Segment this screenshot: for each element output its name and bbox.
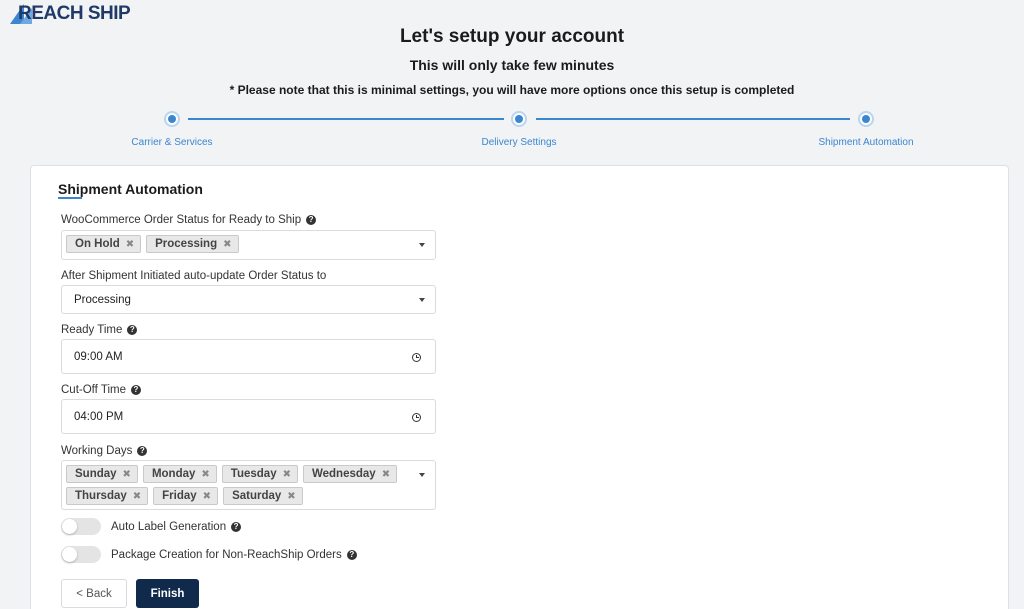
setup-stepper: Carrier & Services Delivery Settings Shi…	[0, 109, 1024, 153]
cutoff-time-value: 04:00 PM	[74, 410, 124, 423]
step-label-automation[interactable]: Shipment Automation	[818, 137, 913, 148]
ready-time-value: 09:00 AM	[74, 350, 123, 363]
day-tag-saturday: Saturday ✖	[223, 487, 303, 505]
close-icon[interactable]: ✖	[382, 469, 390, 480]
chevron-down-icon[interactable]	[419, 473, 425, 477]
cutoff-time-label: Cut-Off Time ?	[61, 384, 141, 396]
day-tag-thursday: Thursday ✖	[66, 487, 149, 505]
ready-status-multiselect[interactable]: On Hold ✖ Processing ✖	[61, 230, 436, 260]
close-icon[interactable]: ✖	[126, 239, 134, 250]
auto-label-row: Auto Label Generation ?	[61, 518, 242, 535]
page-subtitle: This will only take few minutes	[409, 57, 615, 73]
setup-note: * Please note that this is minimal setti…	[229, 83, 795, 97]
brand-name: REACH SHIP	[18, 3, 131, 24]
clock-icon[interactable]	[412, 352, 421, 362]
after-initiated-label: After Shipment Initiated auto-update Ord…	[61, 270, 327, 282]
toggle-knob	[62, 519, 77, 534]
settings-card: Shipment Automation WooCommerce Order St…	[30, 165, 1009, 609]
page-header: Let's setup your account This will only …	[0, 26, 1024, 97]
day-tag-friday: Friday ✖	[153, 487, 219, 505]
step-connector	[536, 118, 850, 120]
ready-status-label: WooCommerce Order Status for Ready to Sh…	[61, 214, 317, 226]
step-label-carrier[interactable]: Carrier & Services	[131, 137, 212, 148]
help-icon[interactable]: ?	[137, 446, 148, 456]
help-icon[interactable]: ?	[130, 385, 141, 395]
brand-logo[interactable]: REACH SHIP	[10, 2, 131, 26]
help-icon[interactable]: ?	[306, 215, 317, 225]
day-tag-monday: Monday ✖	[142, 465, 217, 483]
chevron-down-icon[interactable]	[419, 243, 425, 247]
close-icon[interactable]: ✖	[203, 491, 211, 502]
clock-icon[interactable]	[412, 412, 421, 422]
package-creation-row: Package Creation for Non-ReachShip Order…	[61, 546, 357, 563]
close-icon[interactable]: ✖	[123, 469, 131, 480]
close-icon[interactable]: ✖	[283, 469, 291, 480]
after-initiated-value: Processing	[74, 293, 131, 306]
section-title: Shipment Automation	[58, 181, 203, 197]
finish-button[interactable]: Finish	[136, 579, 199, 608]
back-button[interactable]: < Back	[61, 579, 127, 608]
working-days-multiselect[interactable]: Sunday ✖ Monday ✖ Tuesday ✖ Wednesday ✖ Thur…	[61, 460, 436, 510]
page-title: Let's setup your account	[399, 26, 625, 47]
close-icon[interactable]: ✖	[287, 491, 295, 502]
chevron-down-icon[interactable]	[419, 297, 425, 302]
help-icon[interactable]: ?	[231, 521, 242, 532]
package-creation-toggle[interactable]	[61, 546, 101, 563]
after-initiated-select[interactable]: Processing	[61, 285, 436, 314]
step-dot-carrier[interactable]	[164, 111, 180, 127]
close-icon[interactable]: ✖	[223, 239, 231, 250]
step-connector	[188, 118, 504, 120]
step-label-delivery[interactable]: Delivery Settings	[481, 137, 556, 148]
help-icon[interactable]: ?	[127, 325, 138, 335]
auto-label-label: Auto Label Generation	[111, 520, 227, 533]
section-underline	[58, 197, 82, 199]
cutoff-time-input[interactable]: 04:00 PM	[61, 399, 436, 434]
package-creation-label: Package Creation for Non-ReachShip Order…	[111, 548, 342, 561]
day-tag-tuesday: Tuesday ✖	[221, 465, 298, 483]
working-days-label: Working Days ?	[61, 445, 148, 457]
ready-time-input[interactable]: 09:00 AM	[61, 339, 436, 374]
day-tag-sunday: Sunday ✖	[66, 465, 138, 483]
step-dot-delivery[interactable]	[511, 111, 527, 127]
help-icon[interactable]: ?	[346, 549, 357, 560]
step-dot-automation[interactable]	[858, 111, 874, 127]
status-tag-processing: Processing ✖	[146, 235, 239, 253]
auto-label-toggle[interactable]	[61, 518, 101, 535]
ready-time-label: Ready Time ?	[61, 324, 138, 336]
status-tag-on-hold: On Hold ✖	[66, 235, 142, 253]
close-icon[interactable]: ✖	[201, 469, 209, 480]
close-icon[interactable]: ✖	[133, 491, 141, 502]
toggle-knob	[62, 547, 77, 562]
day-tag-wednesday: Wednesday ✖	[302, 465, 398, 483]
